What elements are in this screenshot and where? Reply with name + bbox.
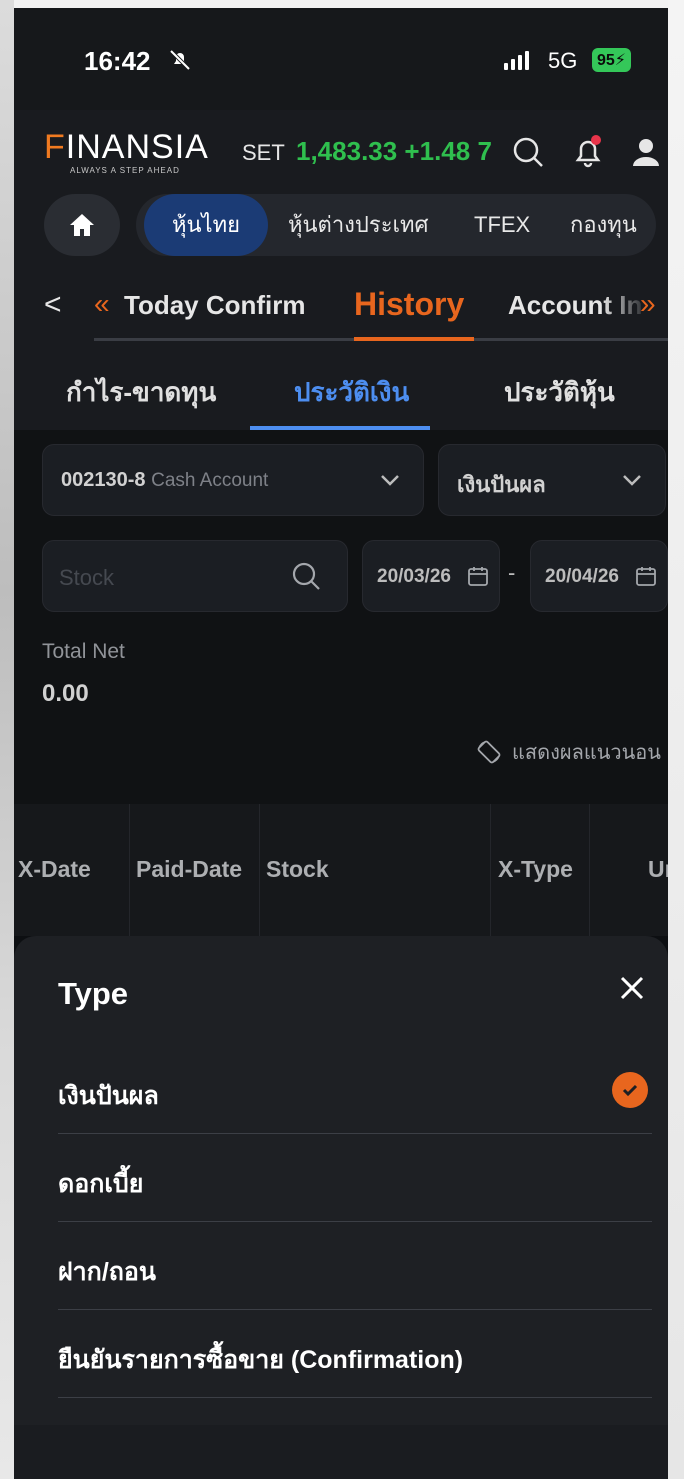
type-option-confirmation[interactable]: ยืนยันรายการซื้อขาย (Confirmation) [58,1310,652,1398]
checkmark-icon [612,1072,648,1108]
market-nav: หุ้นไทย หุ้นต่างประเทศ TFEX กองทุน [14,190,668,270]
active-tab-indicator [354,337,474,341]
tab-thai-stock[interactable]: หุ้นไทย [144,194,268,256]
market-tabs: หุ้นไทย หุ้นต่างประเทศ TFEX กองทุน [136,194,656,256]
history-tabs: กำไร-ขาดทุน ประวัติเงิน ประวัติหุ้น [14,350,668,430]
back-chevron-icon[interactable]: < [44,288,62,322]
logo-initial: F [44,128,66,166]
silent-bell-icon [168,48,192,78]
battery-badge: 95⚡ [592,48,632,72]
battery-level: 95 [597,52,615,69]
tab-today-confirm[interactable]: Today Confirm [124,290,306,321]
option-label: เงินปันผล [58,1082,159,1110]
status-time: 16:42 [84,46,151,76]
option-label: ฝาก/ถอน [58,1258,157,1286]
tab-mutual-fund[interactable]: กองทุน [570,194,637,256]
type-option-deposit-withdraw[interactable]: ฝาก/ถอน [58,1222,652,1310]
home-button[interactable] [44,194,120,256]
phone-screen: 16:42 5G 95⚡ FINANSIA ALWAYS A STEP AHEA… [14,8,668,1479]
double-chevron-left-icon[interactable]: « [94,288,110,320]
tab-history[interactable]: History [354,286,464,323]
type-option-dividend[interactable]: เงินปันผล [58,1046,652,1134]
type-bottom-sheet: Type เงินปันผล ดอกเบี้ย ฝาก/ถอน ยืนยันรา… [14,936,668,1479]
close-icon[interactable] [614,970,650,1006]
type-option-interest[interactable]: ดอกเบี้ย [58,1134,652,1222]
app-header: FINANSIA ALWAYS A STEP AHEAD SET 1,483.3… [14,110,668,190]
index-value: 1,483.33 +1.48 7 [296,136,492,166]
search-icon[interactable] [508,132,548,172]
status-bar: 16:42 5G 95⚡ [14,8,668,110]
scroll-fade [602,270,668,330]
tab-foreign-stock[interactable]: หุ้นต่างประเทศ [288,194,429,256]
sheet-title: Type [58,976,129,1011]
background-left [0,0,14,1479]
index-label: SET [242,140,285,165]
bottom-safe-area [14,1425,668,1479]
tab-stock-history[interactable]: ประวัติหุ้น [504,372,615,413]
tab-profit-loss[interactable]: กำไร-ขาดทุน [66,372,216,413]
user-profile-icon[interactable] [626,132,666,172]
home-icon [70,214,94,236]
tab-tfex[interactable]: TFEX [474,194,530,256]
logo-tagline: ALWAYS A STEP AHEAD [70,166,180,175]
finansia-logo[interactable]: FINANSIA [44,128,209,167]
notification-bell-icon[interactable] [568,132,608,172]
logo-text: INANSIA [65,128,209,166]
signal-icon [504,48,529,70]
option-label: ดอกเบี้ย [58,1170,144,1198]
tab-cash-history[interactable]: ประวัติเงิน [294,372,409,413]
double-chevron-right-icon[interactable]: » [640,288,656,320]
network-label: 5G [548,48,578,73]
option-label: ยืนยันรายการซื้อขาย (Confirmation) [58,1346,464,1374]
background-right [668,0,684,1479]
sub-nav: < « Today Confirm History Account In » [14,270,668,350]
